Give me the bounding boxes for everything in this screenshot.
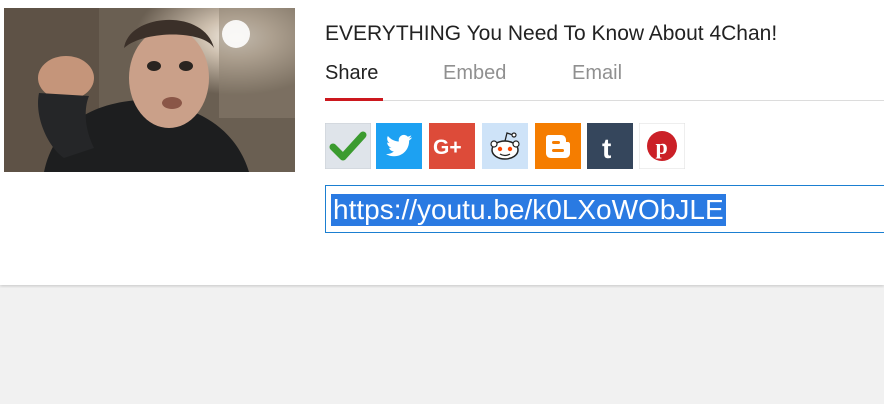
- thumbnail-image: [4, 8, 295, 172]
- video-thumbnail[interactable]: [4, 8, 295, 172]
- svg-text:p: p: [656, 134, 668, 159]
- share-button-blogger[interactable]: [535, 123, 581, 169]
- tab-embed[interactable]: Embed: [443, 62, 506, 85]
- blogger-icon: [535, 123, 581, 169]
- share-button-pinterest[interactable]: p: [639, 123, 685, 169]
- tab-email[interactable]: Email: [572, 62, 622, 85]
- share-tabs: Share Embed Email: [325, 62, 884, 102]
- twitter-bird-icon: [376, 123, 422, 169]
- video-title: EVERYTHING You Need To Know About 4Chan!: [325, 22, 778, 45]
- share-button-twitter[interactable]: [376, 123, 422, 169]
- share-button-tumblr[interactable]: t: [587, 123, 633, 169]
- page-background: [0, 288, 884, 404]
- google-plus-icon: G+: [429, 123, 475, 169]
- share-url-field[interactable]: https://youtu.be/k0LXoWObJLE: [325, 185, 884, 233]
- pinterest-icon: p: [639, 123, 685, 169]
- share-url-text[interactable]: https://youtu.be/k0LXoWObJLE: [331, 194, 726, 226]
- checkmark-icon: [325, 123, 371, 169]
- svg-text:t: t: [602, 133, 611, 164]
- share-button-reddit[interactable]: [482, 123, 528, 169]
- reddit-alien-icon: [482, 123, 528, 169]
- svg-text:G+: G+: [433, 136, 462, 159]
- tab-share[interactable]: Share: [325, 62, 378, 85]
- share-button-google-plus[interactable]: G+: [429, 123, 475, 169]
- tabs-divider: [325, 100, 884, 101]
- tumblr-icon: t: [587, 123, 633, 169]
- active-tab-indicator: [325, 98, 383, 101]
- share-panel: EVERYTHING You Need To Know About 4Chan!…: [0, 0, 884, 285]
- share-button-checkmark[interactable]: [325, 123, 371, 169]
